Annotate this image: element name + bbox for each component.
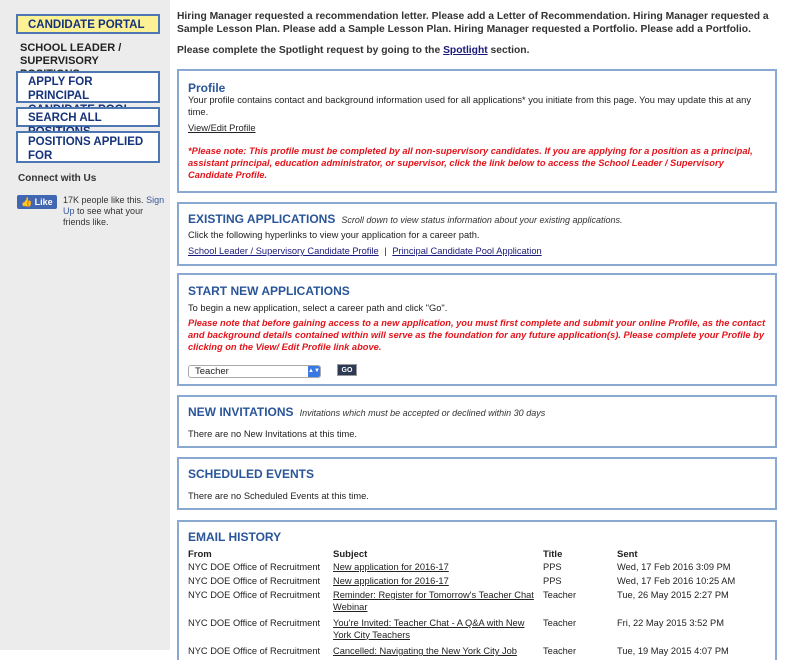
positions-applied-button[interactable]: POSITIONS APPLIED FOR <box>16 131 160 163</box>
row-from: NYC DOE Office of Recruitment <box>188 618 321 628</box>
scheduled-events-title: SCHEDULED EVENTS <box>188 467 315 481</box>
column-header-sent: Sent <box>617 549 638 560</box>
new-invitations-panel: NEW INVITATIONS Invitations which must be… <box>177 395 777 448</box>
hiring-manager-notice: Hiring Manager requested a recommendatio… <box>177 11 769 35</box>
view-edit-profile-link[interactable]: View/Edit Profile <box>188 123 256 135</box>
email-history-title: EMAIL HISTORY <box>188 530 282 544</box>
row-from: NYC DOE Office of Recruitment <box>188 576 321 586</box>
column-header-from: From <box>188 549 212 560</box>
search-all-positions-button[interactable]: SEARCH ALL POSITIONS <box>16 107 160 138</box>
row-title: Teacher <box>543 646 577 656</box>
like-text-post: to see what your friends like. <box>63 206 144 227</box>
row-subject-link[interactable]: You're Invited: Teacher Chat - A Q&A wit… <box>333 618 543 641</box>
row-title: Teacher <box>543 590 577 600</box>
candidate-portal-button[interactable]: CANDIDATE PORTAL <box>16 14 160 34</box>
existing-applications-panel: EXISTING APPLICATIONS Scroll down to view… <box>177 202 777 266</box>
facebook-like-button[interactable]: 👍 Like <box>17 195 57 209</box>
row-sent: Fri, 22 May 2015 3:52 PM <box>617 618 724 628</box>
start-new-title: START NEW APPLICATIONS <box>188 284 350 298</box>
principal-pool-application-link[interactable]: Principal Candidate Pool Application <box>392 246 541 256</box>
events-empty: There are no Scheduled Events at this ti… <box>188 491 369 501</box>
scheduled-events-panel: SCHEDULED EVENTS There are no Scheduled … <box>177 457 777 510</box>
thumbs-up-icon: 👍 <box>21 196 33 207</box>
spotlight-notice: Please complete the Spotlight request by… <box>177 44 777 57</box>
row-from: NYC DOE Office of Recruitment <box>188 562 321 572</box>
like-count-text: 17K people like this. <box>63 195 144 205</box>
start-new-applications-panel: START NEW APPLICATIONS To begin a new ap… <box>177 273 777 386</box>
row-sent: Tue, 26 May 2015 2:27 PM <box>617 590 729 600</box>
new-invitations-subtitle: Invitations which must be accepted or de… <box>299 408 546 418</box>
existing-applications-heading: EXISTING APPLICATIONS <box>188 212 336 226</box>
new-invitations-title: NEW INVITATIONS Invitations which must be… <box>188 405 545 419</box>
row-from: NYC DOE Office of Recruitment <box>188 590 321 600</box>
spotlight-notice-text: Please complete the Spotlight request by… <box>177 45 441 56</box>
row-subject-link[interactable]: New application for 2016-17 <box>333 562 543 574</box>
column-header-title: Title <box>543 549 563 560</box>
profile-panel: Profile Your profile contains contact an… <box>177 69 777 193</box>
sidebar: CANDIDATE PORTAL SCHOOL LEADER / SUPERVI… <box>0 0 170 650</box>
like-text: 17K people like this. Sign Up to see wha… <box>63 195 167 228</box>
row-from: NYC DOE Office of Recruitment <box>188 646 321 656</box>
invitations-empty: There are no New Invitations at this tim… <box>188 429 357 439</box>
select-arrows-icon: ▲▼ <box>308 366 320 377</box>
like-label: Like <box>34 197 53 207</box>
start-new-note: Please note that before gaining access t… <box>188 318 766 352</box>
column-header-subject: Subject <box>333 549 368 560</box>
spotlight-notice-end: section. <box>490 45 530 56</box>
start-new-desc: To begin a new application, select a car… <box>188 303 448 313</box>
spotlight-link[interactable]: Spotlight <box>443 45 488 56</box>
row-title: PPS <box>543 562 562 572</box>
apply-principal-button[interactable]: APPLY FOR PRINCIPAL CANDIDATE POOL <box>16 71 160 116</box>
career-path-value: Teacher <box>195 366 229 377</box>
row-subject-link[interactable]: Reminder: Register for Tomorrow's Teache… <box>333 590 543 613</box>
profile-desc: Your profile contains contact and backgr… <box>188 95 751 117</box>
row-sent: Wed, 17 Feb 2016 3:09 PM <box>617 562 731 572</box>
new-invitations-heading: NEW INVITATIONS <box>188 405 294 419</box>
career-path-select[interactable]: Teacher ▲▼ <box>188 365 321 378</box>
row-title: PPS <box>543 576 562 586</box>
connect-heading: Connect with Us <box>18 173 97 184</box>
row-sent: Wed, 17 Feb 2016 10:25 AM <box>617 576 736 586</box>
link-separator: | <box>384 246 387 256</box>
existing-applications-subtitle: Scroll down to view status information a… <box>341 215 623 225</box>
email-history-panel: EMAIL HISTORY From Subject Title Sent NY… <box>177 520 777 660</box>
row-subject-link[interactable]: New application for 2016-17 <box>333 576 543 588</box>
existing-applications-title: EXISTING APPLICATIONS Scroll down to view… <box>188 212 623 226</box>
row-sent: Tue, 19 May 2015 4:07 PM <box>617 646 729 656</box>
existing-desc: Click the following hyperlinks to view y… <box>188 230 480 240</box>
go-button[interactable]: GO <box>337 364 357 376</box>
existing-links: School Leader / Supervisory Candidate Pr… <box>188 246 542 258</box>
row-title: Teacher <box>543 618 577 628</box>
row-subject-link[interactable]: Cancelled: Navigating the New York City … <box>333 646 543 658</box>
school-leader-profile-link[interactable]: School Leader / Supervisory Candidate Pr… <box>188 246 379 256</box>
profile-title: Profile <box>188 81 226 95</box>
profile-note: *Please note: This profile must be compl… <box>188 146 753 180</box>
